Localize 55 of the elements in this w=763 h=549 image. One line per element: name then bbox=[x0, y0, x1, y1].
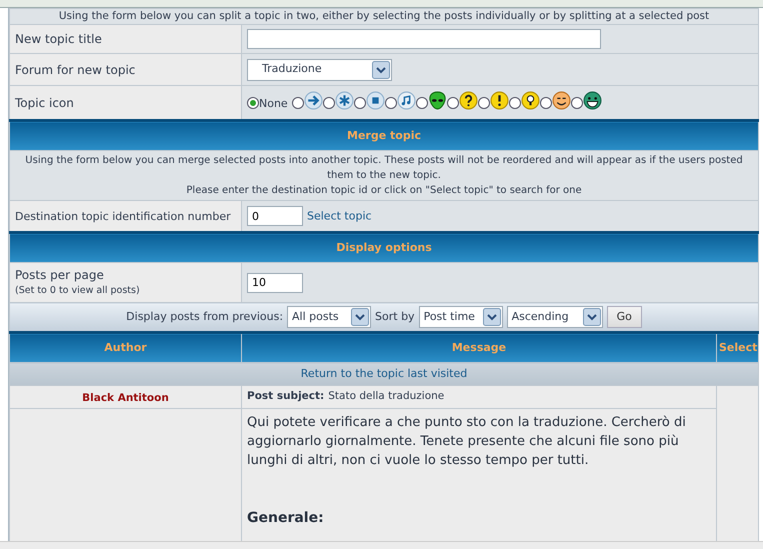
radio-button[interactable] bbox=[354, 96, 366, 108]
radio-button[interactable] bbox=[384, 96, 397, 108]
field-label: Destination topic identification number bbox=[15, 210, 231, 223]
lightbulb-icon bbox=[520, 91, 540, 110]
forum-dropdown[interactable]: Traduzione bbox=[247, 58, 392, 80]
radio-button[interactable] bbox=[247, 96, 259, 108]
radio-button[interactable] bbox=[446, 96, 459, 108]
alien-icon bbox=[428, 91, 447, 110]
radio-button[interactable] bbox=[570, 96, 583, 108]
column-header: Message bbox=[452, 340, 506, 354]
caret-icon bbox=[372, 60, 390, 78]
split-instructions: Using the form below you can split a topic in two, either by selecting the posts individually or by splitting at a selected post bbox=[58, 10, 710, 22]
topic-title-field[interactable] bbox=[247, 29, 601, 49]
posts-per-page-field[interactable]: 10 bbox=[247, 272, 303, 292]
post-body: Qui potete verificare a che punto sto con la traduzione. Cercherò di aggiornarlo giornalmente. Tenete presente che alcuni file sono più lunghi di altri, non ci vuole lo stesso tempo per tutti. bbox=[247, 414, 687, 470]
field-label: Posts per page bbox=[15, 267, 105, 284]
music-note-icon bbox=[396, 91, 416, 110]
merge-instructions: Please enter the destination topic id or click on "Select topic" to search for one bbox=[185, 184, 583, 198]
sort-label: Sort by bbox=[375, 308, 415, 325]
field-hint: (Set to 0 to view all posts) bbox=[15, 284, 141, 298]
select-topic-link[interactable]: Select topic bbox=[307, 210, 372, 222]
caret-icon bbox=[351, 308, 370, 326]
smiley-icon bbox=[552, 91, 571, 110]
days-dropdown[interactable]: All posts bbox=[287, 306, 372, 328]
option-label: None bbox=[259, 96, 288, 112]
column-header: Author bbox=[104, 340, 147, 354]
sort-dropdown[interactable]: Post time bbox=[418, 306, 503, 328]
radio-button[interactable] bbox=[292, 96, 304, 108]
column-header: Select bbox=[719, 340, 758, 354]
radio-button[interactable] bbox=[416, 96, 428, 108]
order-dropdown[interactable]: Ascending bbox=[506, 306, 603, 328]
section-title: Display options bbox=[336, 240, 432, 254]
asterisk-icon bbox=[334, 91, 354, 110]
grin-icon bbox=[582, 91, 602, 110]
return-link[interactable]: Return to the topic last visited bbox=[300, 366, 468, 380]
section-title: Merge topic bbox=[347, 128, 421, 142]
author-name: Black Antitoon bbox=[82, 392, 169, 404]
post-subject: Stato della traduzione bbox=[328, 390, 444, 402]
radio-button[interactable] bbox=[322, 96, 335, 108]
caret-icon bbox=[482, 308, 501, 326]
merge-instructions: Using the form below you can merge selected posts into another topic. These posts will not be reordered and will appear as if the users posted them to the new topic. bbox=[24, 154, 744, 183]
radio-button[interactable] bbox=[508, 96, 521, 108]
field-label: New topic title bbox=[15, 32, 102, 46]
go-button[interactable]: Go bbox=[606, 306, 642, 328]
question-icon bbox=[458, 91, 478, 110]
filter-label: Display posts from previous: bbox=[126, 308, 284, 325]
radio-button[interactable] bbox=[540, 96, 552, 108]
topic-id-field[interactable]: 0 bbox=[247, 206, 303, 226]
field-label: Forum for new topic bbox=[15, 62, 136, 76]
caret-icon bbox=[582, 308, 601, 326]
post-heading: Generale: bbox=[247, 509, 325, 528]
field-label: Topic icon bbox=[15, 96, 74, 110]
radio-button[interactable] bbox=[478, 96, 490, 108]
post-subject-label: Post subject: bbox=[247, 390, 324, 402]
exclamation-icon bbox=[490, 91, 509, 110]
